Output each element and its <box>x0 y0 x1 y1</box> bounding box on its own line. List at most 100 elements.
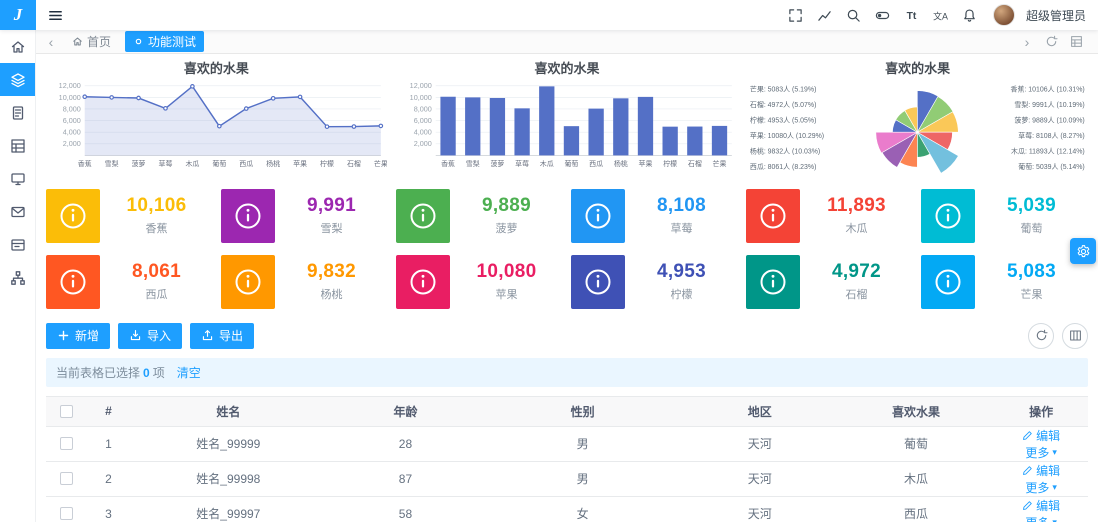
svg-text:4,000: 4,000 <box>413 128 431 137</box>
edit-link[interactable]: 编辑 <box>1022 462 1060 479</box>
cell-name: 姓名_99999 <box>129 426 328 462</box>
sidebar <box>0 30 36 522</box>
import-button[interactable]: 导入 <box>118 322 183 349</box>
sidebar-item-doc[interactable] <box>0 96 35 129</box>
sidebar-item-monitor[interactable] <box>0 162 35 195</box>
sidebar-item-layers[interactable] <box>0 63 35 96</box>
stat-label: 石榴 <box>845 289 868 302</box>
more-link[interactable]: 更多▾ <box>1025 444 1057 461</box>
user-avatar[interactable] <box>992 4 1015 26</box>
svg-text:10,000: 10,000 <box>409 93 431 102</box>
clear-selection-link[interactable]: 清空 <box>177 366 201 380</box>
svg-text:文A: 文A <box>934 10 949 21</box>
sidebar-item-grid[interactable] <box>0 129 35 162</box>
svg-text:菠萝: 9889人 (10.09%): 菠萝: 9889人 (10.09%) <box>1015 116 1085 125</box>
linechart-icon[interactable] <box>814 4 836 26</box>
cell-index: 2 <box>87 461 130 497</box>
edit-link[interactable]: 编辑 <box>1022 427 1060 444</box>
svg-text:苹果: 苹果 <box>638 159 652 168</box>
app-logo[interactable]: J <box>0 0 36 30</box>
fullscreen-icon[interactable] <box>785 4 807 26</box>
export-button-label: 导出 <box>219 329 244 344</box>
stat-value: 11,893 <box>827 195 886 217</box>
stat-label: 草莓 <box>670 223 693 236</box>
pie-chart-title: 喜欢的水果 <box>885 61 951 76</box>
header-toolbar: Tt 文A 超级管理员 <box>785 4 1098 26</box>
svg-text:6,000: 6,000 <box>413 116 431 125</box>
stat-card: 8,108 草莓 <box>571 186 738 245</box>
stat-card: 11,893 木瓜 <box>746 186 913 245</box>
admin-name[interactable]: 超级管理员 <box>1026 7 1086 24</box>
settings-gear-button[interactable] <box>1070 238 1096 264</box>
layout-grid-icon[interactable] <box>1070 35 1084 49</box>
stat-value: 9,889 <box>481 195 532 217</box>
columns-setting-button[interactable] <box>1062 322 1088 349</box>
hamburger-icon[interactable] <box>44 4 66 26</box>
add-button[interactable]: 新增 <box>46 322 111 349</box>
tab-home[interactable]: 首页 <box>64 31 119 52</box>
pencil-icon <box>1022 465 1033 476</box>
search-icon[interactable] <box>843 4 865 26</box>
more-link[interactable]: 更多▾ <box>1025 514 1057 522</box>
stat-card: 10,106 香蕉 <box>46 186 213 245</box>
stat-value: 8,061 <box>131 261 182 283</box>
line-chart-panel: 喜欢的水果 2,000 4,000 6,000 8,000 10,000 12,000 香蕉… <box>46 60 387 179</box>
svg-text:柠檬: 柠檬 <box>320 159 334 168</box>
svg-text:木瓜: 木瓜 <box>539 159 553 168</box>
svg-text:2,000: 2,000 <box>413 139 431 148</box>
cell-fruit: 西瓜 <box>837 496 995 522</box>
info-icon <box>46 188 100 243</box>
cell-gender: 男 <box>483 426 682 462</box>
edit-link[interactable]: 编辑 <box>1022 497 1060 514</box>
sidebar-item-tree[interactable] <box>0 261 35 294</box>
refresh-icon[interactable] <box>1045 35 1059 49</box>
more-link[interactable]: 更多▾ <box>1025 479 1057 496</box>
tab-controls: › <box>1020 35 1090 49</box>
sidebar-item-card[interactable] <box>0 228 35 261</box>
fontsize-icon[interactable]: Tt <box>901 4 923 26</box>
sidebar-item-mail[interactable] <box>0 195 35 228</box>
info-icon <box>571 188 625 243</box>
sidebar-item-home[interactable] <box>0 30 35 63</box>
switch-icon[interactable] <box>872 4 894 26</box>
column-header: 姓名 <box>129 395 328 427</box>
row-checkbox[interactable] <box>60 507 74 521</box>
cell-fruit: 木瓜 <box>837 461 995 497</box>
svg-text:12,000: 12,000 <box>59 81 81 90</box>
stat-label: 西瓜 <box>145 289 168 302</box>
translate-icon[interactable]: 文A <box>930 4 952 26</box>
svg-text:6,000: 6,000 <box>63 116 81 125</box>
cell-name: 姓名_99998 <box>129 461 328 497</box>
chevron-left-icon[interactable]: ‹ <box>44 35 58 49</box>
svg-text:12,000: 12,000 <box>409 81 431 90</box>
info-icon <box>46 254 100 309</box>
stat-label: 雪梨 <box>320 223 343 236</box>
stat-label: 香蕉 <box>145 223 168 236</box>
cell-gender: 男 <box>483 461 682 497</box>
bell-icon[interactable] <box>959 4 981 26</box>
row-checkbox[interactable] <box>60 472 74 486</box>
column-header: 喜欢水果 <box>837 395 995 427</box>
svg-text:石榴: 4972人 (5.07%): 石榴: 4972人 (5.07%) <box>750 100 816 109</box>
main-content: 喜欢的水果 2,000 4,000 6,000 8,000 10,000 12,000 香蕉… <box>36 54 1098 522</box>
stat-value: 9,991 <box>306 195 357 217</box>
svg-text:石榴: 石榴 <box>347 159 361 168</box>
chevron-right-icon[interactable]: › <box>1020 35 1034 49</box>
cell-name: 姓名_99997 <box>129 496 328 522</box>
row-checkbox[interactable] <box>60 437 74 451</box>
stat-label: 苹果 <box>495 289 518 302</box>
svg-text:香蕉: 香蕉 <box>441 159 455 168</box>
cell-age: 28 <box>327 426 484 462</box>
stat-label: 木瓜 <box>845 223 868 236</box>
pencil-icon <box>1022 500 1033 511</box>
tab-active[interactable]: 功能测试 <box>125 31 205 52</box>
select-all-checkbox[interactable] <box>60 404 74 418</box>
dot-icon <box>133 36 144 47</box>
stat-value: 4,972 <box>831 261 882 283</box>
pencil-icon <box>1022 430 1033 441</box>
data-table: # 姓名 年龄 性别 地区 喜欢水果 操作 1 姓名_99999 28 男天河 葡萄 编辑 更多 ▾ 2 姓名… <box>46 395 1088 522</box>
svg-text:香蕉: 10106人 (10.31%): 香蕉: 10106人 (10.31%) <box>1011 85 1085 94</box>
export-button[interactable]: 导出 <box>190 322 255 349</box>
refresh-table-button[interactable] <box>1028 322 1054 349</box>
cell-fruit: 葡萄 <box>837 426 995 462</box>
